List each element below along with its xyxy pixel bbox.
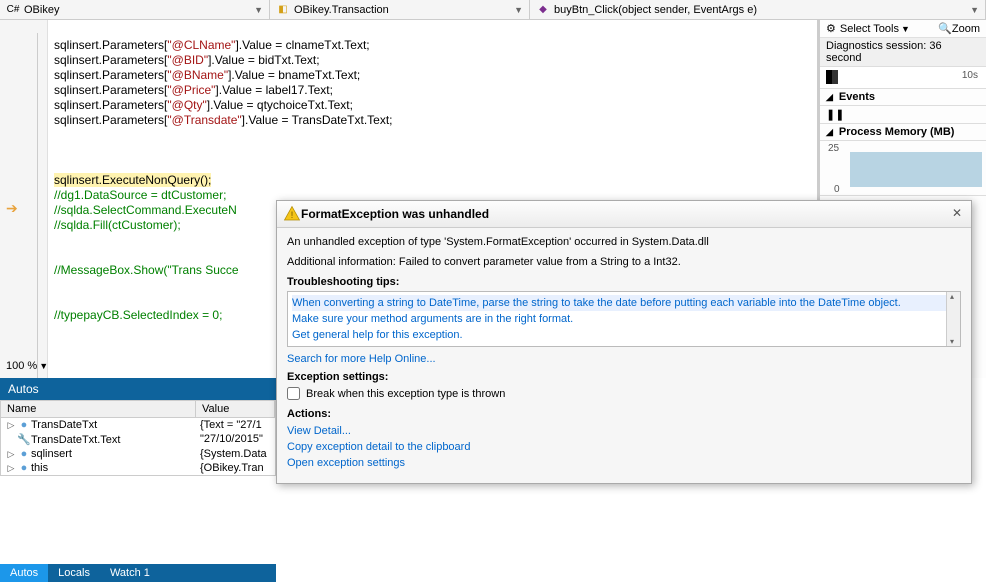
current-statement: sqlinsert.ExecuteNonQuery();	[54, 173, 211, 187]
chevron-down-icon: ▼	[254, 5, 263, 15]
variable-icon: ●	[17, 448, 31, 460]
collapse-icon: ◢	[826, 92, 833, 103]
autos-row[interactable]: ▷●sqlinsert {System.Data	[1, 447, 275, 461]
autos-row[interactable]: ▷●TransDateTxt {Text = "27/1	[1, 418, 275, 432]
actions-header: Actions:	[287, 408, 961, 420]
view-detail-link[interactable]: View Detail...	[287, 423, 961, 439]
tips-list: When converting a string to DateTime, pa…	[287, 291, 961, 347]
close-button[interactable]: ✕	[949, 206, 965, 222]
chevron-down-icon: ▼	[514, 5, 523, 15]
tab-watch1[interactable]: Watch 1	[100, 564, 160, 582]
select-tools-dropdown[interactable]: ⚙ Select Tools ▼ 🔍 Zoom	[820, 20, 986, 38]
events-section-header[interactable]: ◢Events	[820, 89, 986, 106]
autos-grid[interactable]: Name Value ▷●TransDateTxt {Text = "27/1 …	[0, 400, 276, 476]
diagnostics-timeline[interactable]: 10s	[820, 67, 986, 89]
zoom-value: 100 %	[6, 360, 37, 372]
current-line-arrow-icon: ➔	[6, 200, 18, 217]
property-icon: 🔧	[17, 433, 31, 446]
search-help-link[interactable]: Search for more Help Online...	[287, 353, 436, 365]
memory-chart[interactable]: 25 0	[820, 141, 986, 196]
popup-body: An unhandled exception of type 'System.F…	[277, 228, 971, 483]
diagnostics-session-label: Diagnostics session: 36 second	[820, 38, 986, 67]
tip-link[interactable]: Get general help for this exception.	[292, 327, 956, 343]
variable-icon: ●	[17, 462, 31, 474]
autos-title: Autos	[0, 378, 276, 400]
file-scope-dropdown[interactable]: C# OBikey ▼	[0, 0, 270, 19]
memory-section-header[interactable]: ◢Process Memory (MB)	[820, 124, 986, 141]
open-settings-link[interactable]: Open exception settings	[287, 455, 961, 471]
autos-row[interactable]: 🔧TransDateTxt.Text "27/10/2015"	[1, 432, 275, 447]
method-icon: ◆	[536, 3, 550, 17]
select-tools-label: Select Tools	[840, 23, 899, 35]
editor-zoom[interactable]: 100 % ▼	[6, 360, 48, 372]
gear-icon: ⚙	[826, 22, 836, 35]
pause-icon: ❚❚	[826, 108, 844, 121]
tip-link[interactable]: Make sure your method arguments are in t…	[292, 311, 956, 327]
exception-message: An unhandled exception of type 'System.F…	[287, 236, 961, 248]
actions-list: View Detail... Copy exception detail to …	[287, 423, 961, 471]
zoom-icon: 🔍	[938, 22, 952, 35]
col-value[interactable]: Value	[196, 401, 275, 417]
chart-y-min: 0	[834, 184, 840, 195]
svg-text:!: !	[291, 210, 294, 220]
copy-detail-link[interactable]: Copy exception detail to the clipboard	[287, 439, 961, 455]
tip-link[interactable]: When converting a string to DateTime, pa…	[292, 295, 956, 311]
timeline-tick-10s: 10s	[962, 70, 978, 81]
break-on-exception-checkbox[interactable]: Break when this exception type is thrown	[287, 387, 961, 400]
warning-icon: !	[283, 205, 301, 223]
col-name[interactable]: Name	[1, 401, 196, 417]
class-scope-dropdown[interactable]: ◧ OBikey.Transaction ▼	[270, 0, 530, 19]
break-checkbox-label: Break when this exception type is thrown	[306, 388, 505, 400]
tips-scrollbar[interactable]	[946, 292, 960, 346]
events-track: ❚❚	[820, 106, 986, 124]
variable-icon: ●	[17, 419, 31, 431]
expand-icon[interactable]: ▷	[5, 420, 17, 431]
tab-autos[interactable]: Autos	[0, 564, 48, 582]
zoom-label: Zoom	[952, 23, 980, 35]
exception-additional-info: Additional information: Failed to conver…	[287, 256, 961, 268]
memory-area	[850, 152, 982, 187]
class-icon: ◧	[276, 3, 290, 17]
chart-y-max: 25	[828, 143, 839, 154]
autos-row[interactable]: ▷●this {OBikey.Tran	[1, 461, 275, 475]
method-scope-label: buyBtn_Click(object sender, EventArgs e)	[554, 4, 757, 16]
autos-columns: Name Value	[1, 401, 275, 418]
chevron-down-icon: ▼	[901, 24, 910, 34]
popup-titlebar[interactable]: ! FormatException was unhandled ✕	[277, 201, 971, 228]
autos-window: Autos Name Value ▷●TransDateTxt {Text = …	[0, 378, 276, 476]
chevron-down-icon: ▼	[39, 361, 48, 371]
popup-title: FormatException was unhandled	[301, 207, 949, 221]
outline-region	[36, 23, 46, 378]
exception-settings-header: Exception settings:	[287, 371, 961, 383]
tips-header: Troubleshooting tips:	[287, 276, 961, 288]
cs-file-icon: C#	[6, 3, 20, 17]
expand-icon[interactable]: ▷	[5, 463, 17, 474]
tab-locals[interactable]: Locals	[48, 564, 100, 582]
method-scope-dropdown[interactable]: ◆ buyBtn_Click(object sender, EventArgs …	[530, 0, 986, 19]
file-scope-label: OBikey	[24, 4, 59, 16]
collapse-icon: ◢	[826, 127, 833, 138]
navigation-bar: C# OBikey ▼ ◧ OBikey.Transaction ▼ ◆ buy…	[0, 0, 986, 20]
class-scope-label: OBikey.Transaction	[294, 4, 389, 16]
editor-gutter: ➔	[0, 20, 48, 378]
debug-window-tabs: Autos Locals Watch 1	[0, 564, 276, 582]
expand-icon[interactable]: ▷	[5, 449, 17, 460]
chevron-down-icon: ▼	[970, 5, 979, 15]
exception-popup: ! FormatException was unhandled ✕ An unh…	[276, 200, 972, 484]
break-checkbox-input[interactable]	[287, 387, 300, 400]
